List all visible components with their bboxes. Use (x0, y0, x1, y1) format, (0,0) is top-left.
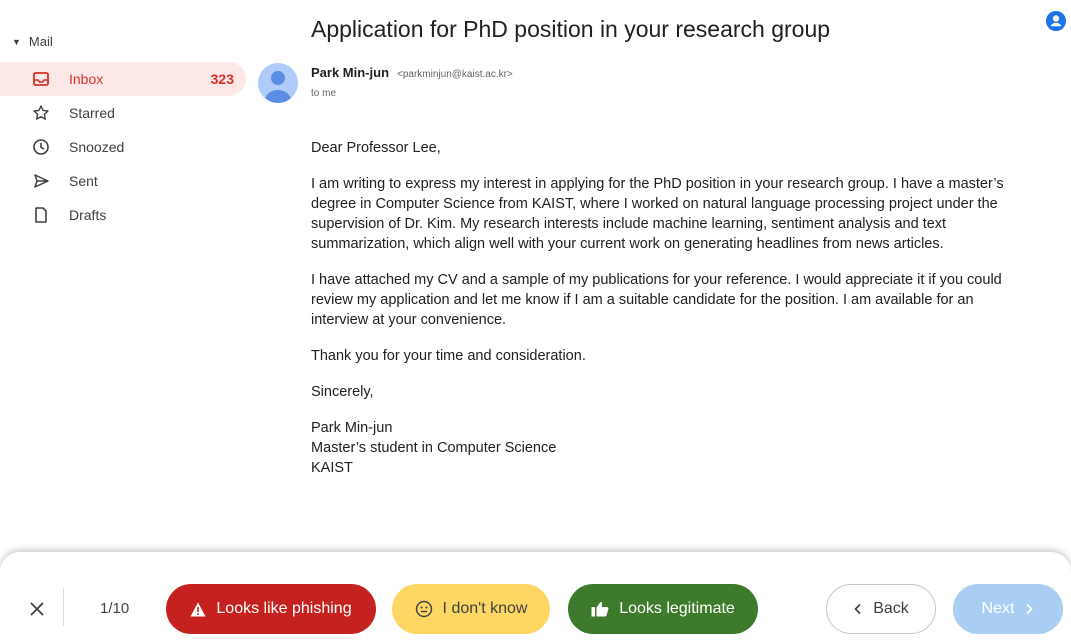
sidebar-item-drafts[interactable]: Drafts (0, 198, 248, 232)
thumbs-up-icon (591, 601, 609, 617)
send-icon (32, 172, 50, 190)
email-signature: Park Min-jun Master’s student in Compute… (311, 418, 1031, 478)
looks-like-phishing-button[interactable]: Looks like phishing (166, 584, 376, 634)
email-closing: Sincerely, (311, 384, 374, 400)
signature-name: Park Min-jun (311, 420, 393, 436)
draft-icon (32, 206, 50, 224)
email-paragraph: I have attached my CV and a sample of my… (311, 272, 1002, 328)
sidebar-item-starred[interactable]: Starred (0, 96, 248, 130)
divider (63, 588, 64, 626)
sidebar-nav: Inbox 323 Starred Snoozed Sent Drafts (0, 62, 248, 232)
star-icon (32, 104, 50, 122)
next-button[interactable]: Next (953, 584, 1063, 634)
sidebar-item-label: Inbox (69, 71, 104, 87)
sidebar: ▼ Mail Inbox 323 Starred Snoozed Sent Dr… (0, 0, 250, 560)
email-body: Dear Professor Lee, I am writing to expr… (311, 138, 1031, 478)
dont-know-button[interactable]: I don't know (392, 584, 550, 634)
chevron-left-icon (853, 603, 863, 615)
sidebar-item-label: Sent (69, 173, 98, 189)
back-button[interactable]: Back (826, 584, 936, 634)
account-icon[interactable] (1045, 10, 1067, 32)
unsure-label: I don't know (442, 600, 528, 617)
sidebar-item-snoozed[interactable]: Snoozed (0, 130, 248, 164)
phishing-label: Looks like phishing (216, 600, 352, 617)
signature-org: KAIST (311, 460, 353, 476)
legit-label: Looks legitimate (619, 600, 735, 617)
sender-name: Park Min-jun (311, 65, 390, 80)
next-label: Next (981, 600, 1015, 617)
sidebar-item-sent[interactable]: Sent (0, 164, 248, 198)
warning-icon (190, 602, 206, 617)
sidebar-item-label: Snoozed (69, 139, 125, 155)
sender-line: Park Min-jun <parkminjun@kaist.ac.kr> (311, 65, 513, 80)
progress-counter: 1/10 (100, 600, 130, 617)
looks-legitimate-button[interactable]: Looks legitimate (568, 584, 758, 634)
sidebar-item-label: Drafts (69, 207, 107, 223)
email-paragraph: Thank you for your time and consideratio… (311, 348, 586, 364)
sidebar-item-inbox[interactable]: Inbox 323 (0, 62, 246, 96)
inbox-icon (32, 70, 50, 88)
chevron-right-icon (1024, 603, 1034, 615)
email-paragraph: I am writing to express my interest in a… (311, 176, 1004, 252)
mail-section-title: Mail (28, 34, 53, 49)
clock-icon (32, 138, 50, 156)
close-button[interactable] (24, 596, 50, 622)
signature-title: Master’s student in Computer Science (311, 440, 557, 456)
recipient-line[interactable]: to me (311, 88, 336, 99)
sidebar-item-label: Starred (69, 105, 115, 121)
back-label: Back (873, 600, 909, 617)
caret-down-icon: ▼ (12, 36, 21, 47)
sender-avatar (258, 63, 298, 103)
neutral-face-icon (415, 600, 433, 618)
inbox-count-badge: 323 (210, 71, 234, 87)
close-icon (30, 602, 44, 616)
email-subject: Application for PhD position in your res… (311, 16, 831, 42)
email-greeting: Dear Professor Lee, (311, 140, 441, 156)
sender-email: <parkminjun@kaist.ac.kr> (397, 69, 513, 80)
mail-section-header[interactable]: ▼ Mail (12, 34, 53, 49)
